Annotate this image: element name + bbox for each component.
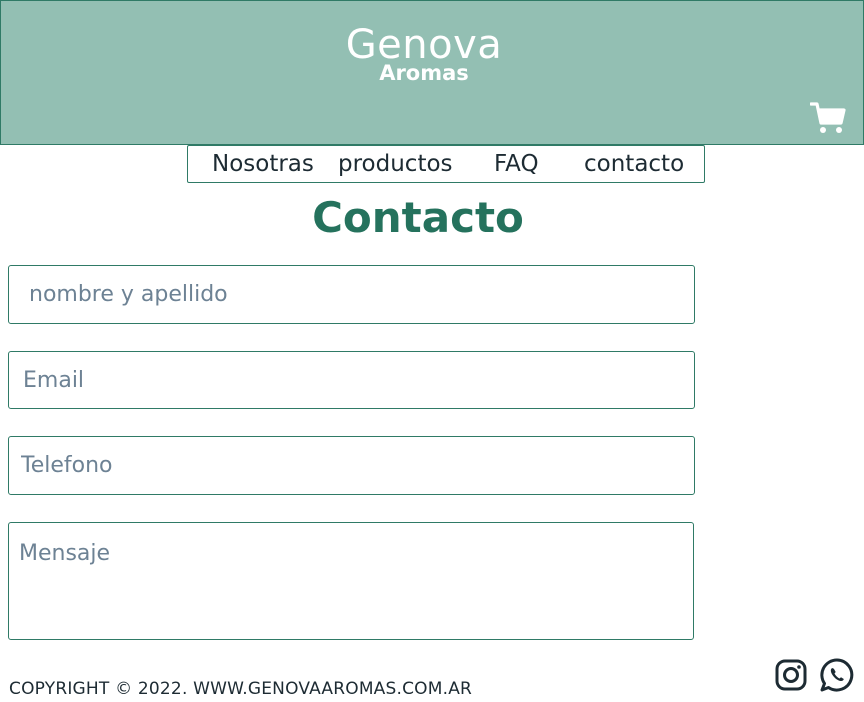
nav-item-nosotras[interactable]: Nosotras: [212, 149, 314, 179]
page-title: Contacto: [312, 193, 524, 242]
name-field[interactable]: [8, 265, 695, 324]
message-field[interactable]: [8, 522, 694, 640]
brand-subtitle: Aromas: [379, 61, 469, 85]
instagram-icon[interactable]: [773, 657, 809, 693]
whatsapp-icon[interactable]: [819, 657, 855, 693]
nav-item-faq[interactable]: FAQ: [494, 149, 539, 179]
nav-item-productos[interactable]: productos: [338, 149, 453, 179]
main-nav: Nosotras productos FAQ contacto: [187, 145, 705, 183]
nav-item-contacto[interactable]: contacto: [584, 149, 684, 179]
site-header: Genova Aromas: [0, 0, 864, 145]
email-field[interactable]: [8, 351, 695, 409]
shopping-cart-icon[interactable]: [809, 101, 846, 135]
phone-field[interactable]: [8, 436, 695, 495]
copyright-text: COPYRIGHT © 2022. WWW.GENOVAAROMAS.COM.A…: [9, 679, 473, 699]
